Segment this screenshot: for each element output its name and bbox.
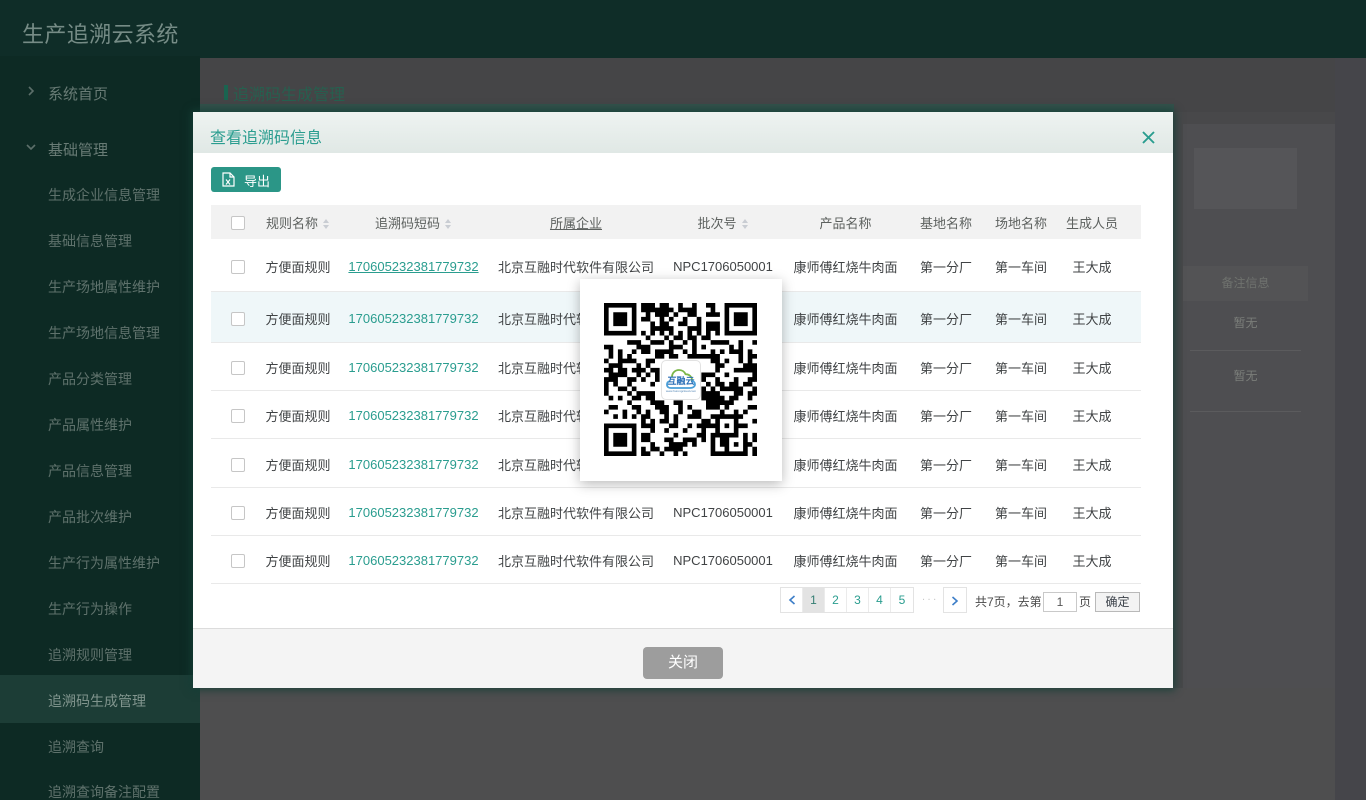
- svg-text:www.hurongcloud.com: www.hurongcloud.com: [666, 389, 697, 393]
- svg-text:互融云: 互融云: [667, 375, 694, 386]
